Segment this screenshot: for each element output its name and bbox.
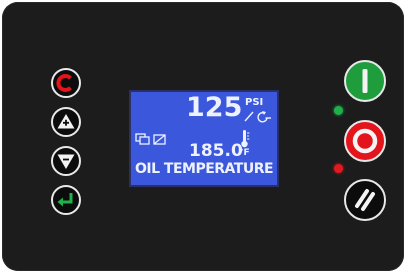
triangle-up-icon xyxy=(57,114,75,129)
enter-arrow-icon xyxy=(57,193,73,207)
triangle-down-icon xyxy=(57,154,75,169)
lcd-display: 125 PSI 185.0 °F OIL TEMPERATURE xyxy=(129,90,279,187)
temperature-value: 185.0 xyxy=(189,141,243,161)
unload-button[interactable] xyxy=(344,179,386,221)
pressure-unit: PSI xyxy=(245,97,264,108)
temperature-unit: °F xyxy=(239,148,250,158)
reset-button[interactable] xyxy=(51,68,81,98)
enter-button[interactable] xyxy=(51,185,81,215)
controller-panel: 125 PSI 185.0 °F OIL TEMPERATURE xyxy=(2,2,404,271)
c-reset-icon xyxy=(56,74,72,92)
stop-o-icon xyxy=(352,128,378,154)
fault-indicator-led xyxy=(334,164,343,173)
double-slash-icon xyxy=(355,189,375,211)
down-button[interactable] xyxy=(51,146,81,176)
up-button[interactable] xyxy=(51,107,81,137)
run-indicator-led xyxy=(334,106,343,115)
start-i-icon xyxy=(362,69,368,93)
mode-status-icon xyxy=(135,133,166,145)
load-cycle-icon xyxy=(244,111,271,123)
start-button[interactable] xyxy=(344,60,386,102)
parameter-label: OIL TEMPERATURE xyxy=(135,161,274,177)
pressure-value: 125 xyxy=(186,92,243,123)
stop-button[interactable] xyxy=(344,120,386,162)
